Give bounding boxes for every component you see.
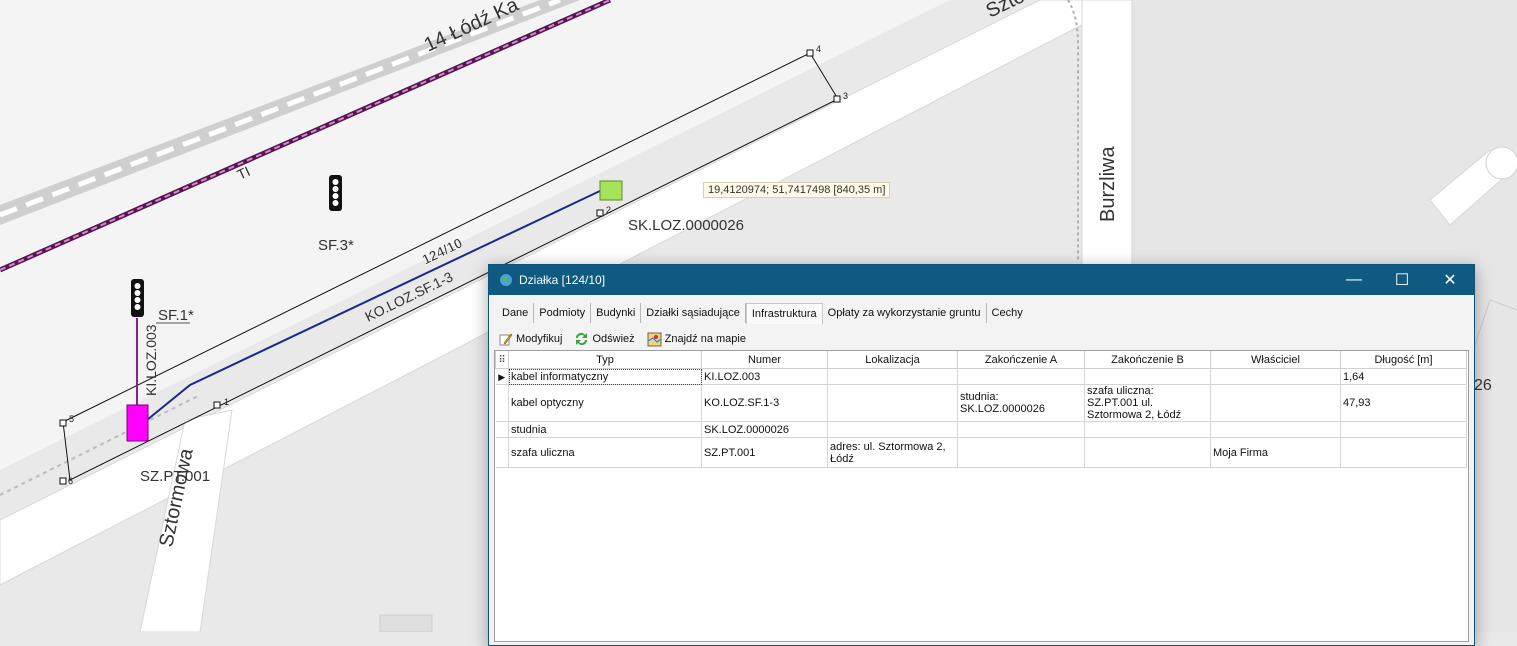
cell-wlasciciel[interactable] xyxy=(1210,384,1341,422)
tab-budynki[interactable]: Budynki xyxy=(591,303,642,323)
table-row[interactable]: kabel optyczny KO.LOZ.SF.1-3 studnia: SK… xyxy=(495,384,1467,422)
cell-lokalizacja[interactable] xyxy=(827,384,958,422)
infrastructure-toolbar: Modyfikuj Odśwież Znajdź na mapie xyxy=(499,329,758,349)
infrastructure-grid[interactable]: ⠿ Typ Numer Lokalizacja Zakończenie A Za… xyxy=(494,350,1469,642)
sf3-label: SF.3* xyxy=(318,237,354,254)
row-indicator[interactable] xyxy=(495,421,509,438)
vertex-label-5: 5 xyxy=(69,414,74,424)
cell-wlasciciel[interactable] xyxy=(1210,421,1341,438)
well-sk-loz-icon[interactable] xyxy=(599,180,623,201)
current-row-arrow-icon: ▶ xyxy=(498,371,506,382)
sf1-label: SF.1* xyxy=(158,307,194,324)
column-header-wlasciciel[interactable]: Właściciel xyxy=(1210,351,1341,369)
vertex-label-2: 2 xyxy=(606,205,611,215)
minimize-button[interactable]: — xyxy=(1330,265,1378,295)
well-label: SK.LOZ.0000026 xyxy=(628,217,744,234)
cable-label-ki-loz: KI.LOZ.003 xyxy=(143,324,159,396)
cell-lokalizacja[interactable] xyxy=(827,421,958,438)
grip-icon: ⠿ xyxy=(498,354,506,366)
refresh-icon xyxy=(576,333,588,345)
cell-zakonczenie-b[interactable] xyxy=(1084,368,1211,385)
close-button[interactable]: ✕ xyxy=(1426,265,1474,295)
cell-wlasciciel[interactable]: Moja Firma xyxy=(1210,437,1341,468)
find-on-map-button[interactable]: Znajdź na mapie xyxy=(647,332,746,347)
maximize-button[interactable]: ☐ xyxy=(1378,265,1426,295)
dialog-title: Działka [124/10] xyxy=(519,273,606,287)
tab-dzialki-sasiadujace[interactable]: Działki sąsiadujące xyxy=(641,303,746,323)
street-label-burzliwa: Burzliwa xyxy=(1097,146,1119,222)
cell-numer[interactable]: KI.LOZ.003 xyxy=(701,368,828,385)
cell-zakonczenie-b[interactable] xyxy=(1084,437,1211,468)
vertex-label-4: 4 xyxy=(816,44,821,54)
cell-dlugosc[interactable] xyxy=(1340,437,1467,468)
cell-lokalizacja[interactable] xyxy=(827,368,958,385)
tab-dane[interactable]: Dane xyxy=(497,303,535,323)
table-row[interactable]: studnia SK.LOZ.0000026 xyxy=(495,421,1467,438)
cell-dlugosc[interactable]: 1,64 xyxy=(1340,368,1467,385)
dialog-tabs: Dane Podmioty Budynki Działki sąsiadując… xyxy=(497,302,1468,324)
tab-oplaty[interactable]: Opłaty za wykorzystanie gruntu xyxy=(823,303,987,323)
cell-zakonczenie-b[interactable]: szafa uliczna: SZ.PT.001 ul. Sztormowa 2… xyxy=(1084,384,1211,422)
column-chooser[interactable]: ⠿ xyxy=(495,351,509,369)
refresh-button[interactable]: Odśwież xyxy=(574,332,635,346)
cell-wlasciciel[interactable] xyxy=(1210,368,1341,385)
row-indicator[interactable] xyxy=(495,384,509,422)
cell-typ[interactable]: kabel informatyczny xyxy=(508,368,702,385)
parcel-dialog: Działka [124/10] — ☐ ✕ Dane Podmioty Bud… xyxy=(488,264,1475,646)
coordinate-tooltip: 19,4120974; 51,7417498 [840,35 m] xyxy=(703,182,891,198)
column-header-typ[interactable]: Typ xyxy=(508,351,702,369)
grid-header: ⠿ Typ Numer Lokalizacja Zakończenie A Za… xyxy=(495,351,1467,369)
tab-podmioty[interactable]: Podmioty xyxy=(534,303,592,323)
cell-zakonczenie-b[interactable] xyxy=(1084,421,1211,438)
cell-zakonczenie-a[interactable] xyxy=(957,368,1085,385)
cell-zakonczenie-a[interactable] xyxy=(957,437,1085,468)
cell-typ[interactable]: studnia xyxy=(508,421,702,438)
vertex-label-1: 1 xyxy=(224,397,229,407)
cell-typ[interactable]: kabel optyczny xyxy=(508,384,702,422)
vertex-label-6: 6 xyxy=(68,476,73,486)
cabinet-label: SZ.PT.001 xyxy=(140,468,210,485)
cell-lokalizacja[interactable]: adres: ul. Sztormowa 2, Łódź xyxy=(827,437,958,468)
row-indicator[interactable]: ▶ xyxy=(495,368,509,385)
sf3-symbol-icon[interactable] xyxy=(329,175,342,211)
vertex-label-3: 3 xyxy=(843,91,848,101)
cell-typ[interactable]: szafa uliczna xyxy=(508,437,702,468)
cell-numer[interactable]: SZ.PT.001 xyxy=(701,437,828,468)
column-header-lokalizacja[interactable]: Lokalizacja xyxy=(827,351,958,369)
partial-number-label: 26 xyxy=(1474,377,1492,394)
column-header-numer[interactable]: Numer xyxy=(701,351,828,369)
app-globe-icon xyxy=(500,274,512,286)
table-row[interactable]: szafa uliczna SZ.PT.001 adres: ul. Sztor… xyxy=(495,437,1467,468)
tab-cechy[interactable]: Cechy xyxy=(987,303,1028,323)
column-header-zakonczenie-b[interactable]: Zakończenie B xyxy=(1084,351,1211,369)
map-find-icon xyxy=(647,332,662,346)
cell-zakonczenie-a[interactable] xyxy=(957,421,1085,438)
cell-numer[interactable]: KO.LOZ.SF.1-3 xyxy=(701,384,828,422)
dialog-titlebar[interactable]: Działka [124/10] — ☐ ✕ xyxy=(489,265,1474,295)
sf1-symbol-icon[interactable] xyxy=(131,279,144,317)
tab-infrastruktura[interactable]: Infrastruktura xyxy=(745,302,823,324)
cell-numer[interactable]: SK.LOZ.0000026 xyxy=(701,421,828,438)
cell-zakonczenie-a[interactable]: studnia: SK.LOZ.0000026 xyxy=(957,384,1085,422)
refresh-label: Odśwież xyxy=(592,333,635,345)
modify-button[interactable]: Modyfikuj xyxy=(499,332,562,346)
modify-label: Modyfikuj xyxy=(516,333,563,345)
cell-dlugosc[interactable]: 47,93 xyxy=(1340,384,1467,422)
row-indicator[interactable] xyxy=(495,437,509,468)
cell-dlugosc[interactable] xyxy=(1340,421,1467,438)
column-header-dlugosc[interactable]: Długość [m] xyxy=(1340,351,1467,369)
cabinet-sz-pt-001-icon[interactable] xyxy=(126,404,149,442)
table-row[interactable]: ▶ kabel informatyczny KI.LOZ.003 1,64 xyxy=(495,368,1467,385)
find-on-map-label: Znajdź na mapie xyxy=(664,333,746,345)
pencil-icon xyxy=(499,333,513,346)
column-header-zakonczenie-a[interactable]: Zakończenie A xyxy=(957,351,1085,369)
